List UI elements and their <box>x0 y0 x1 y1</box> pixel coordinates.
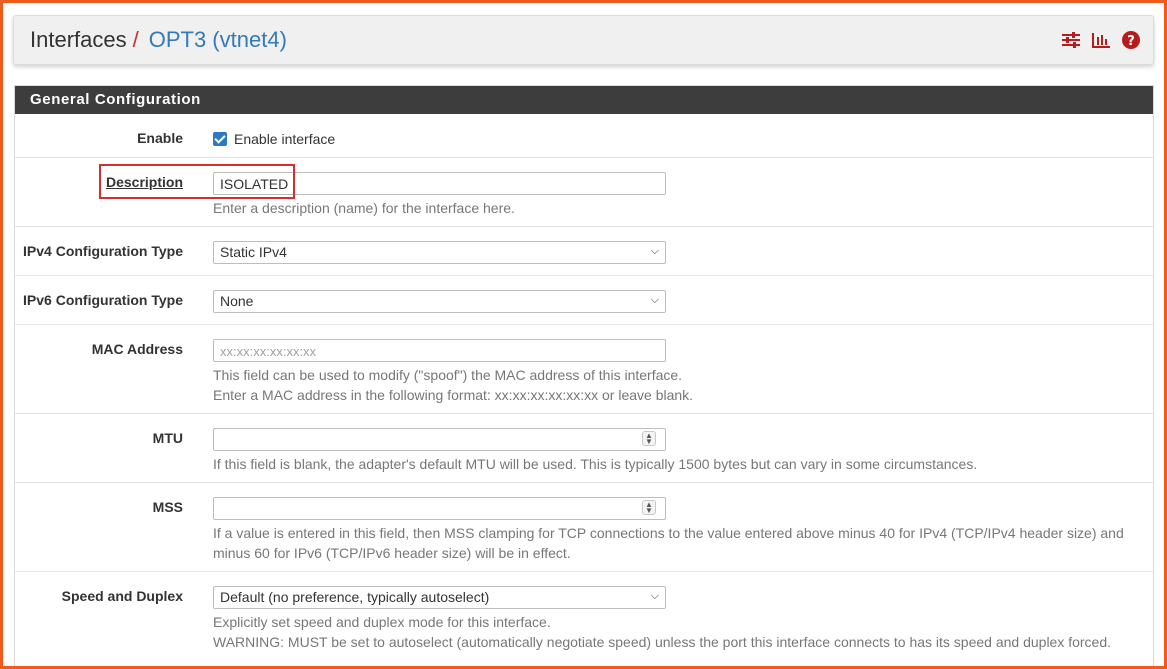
mss-control: ▲ ▼ If a value is entered in this field, … <box>213 497 1124 563</box>
mss-label: MSS <box>152 499 183 515</box>
speed-help-2: WARNING: MUST be set to autoselect (auto… <box>213 634 1112 650</box>
ipv6-type-value: None <box>220 293 254 309</box>
ipv6-type-select[interactable]: None ⌵ <box>213 290 666 313</box>
ipv4-type-row: IPv4 Configuration Type Static IPv4 ⌵ <box>15 226 1153 275</box>
enable-control: Enable interface <box>213 130 335 148</box>
breadcrumb-current[interactable]: OPT3 (vtnet4) <box>149 27 287 52</box>
mtu-label: MTU <box>152 430 183 446</box>
speed-row: Speed and Duplex Default (no preference,… <box>15 571 1153 661</box>
mac-row: MAC Address This field can be used to mo… <box>15 324 1153 413</box>
breadcrumb-separator: / <box>132 27 139 52</box>
svg-text:?: ? <box>1127 34 1135 49</box>
chevron-down-icon: ⌵ <box>650 590 659 602</box>
speed-help-1: Explicitly set speed and duplex mode for… <box>213 614 551 630</box>
mtu-input[interactable] <box>213 428 666 451</box>
ipv6-type-row: IPv6 Configuration Type None ⌵ <box>15 275 1153 324</box>
spinner-icon[interactable]: ▲ ▼ <box>642 500 656 515</box>
mac-label: MAC Address <box>91 341 183 357</box>
bar-chart-icon[interactable] <box>1091 30 1111 50</box>
description-input[interactable] <box>213 172 666 195</box>
ipv6-type-label: IPv6 Configuration Type <box>23 292 183 308</box>
mac-control: This field can be used to modify ("spoof… <box>213 339 693 405</box>
chevron-down-icon: ⌵ <box>650 245 659 257</box>
enable-checkbox[interactable] <box>213 131 227 146</box>
speed-label: Speed and Duplex <box>61 588 183 604</box>
description-label: Description <box>105 174 183 190</box>
mtu-control: ▲ ▼ If this field is blank, the adapter's… <box>213 428 977 474</box>
enable-label: Enable <box>137 130 183 146</box>
ipv4-type-value: Static IPv4 <box>220 244 287 260</box>
panel-title: General Configuration <box>15 86 1153 114</box>
mac-help-2: Enter a MAC address in the following for… <box>213 387 694 403</box>
chevron-down-icon: ⌵ <box>650 294 659 306</box>
mss-row: MSS ▲ ▼ If a value is entered in this fie… <box>15 482 1153 571</box>
mtu-help: If this field is blank, the adapter's de… <box>213 456 978 472</box>
speed-control: Default (no preference, typically autose… <box>213 586 1111 652</box>
ipv4-type-select[interactable]: Static IPv4 ⌵ <box>213 241 666 264</box>
breadcrumb: Interfaces / OPT3 (vtnet4) <box>30 27 287 53</box>
breadcrumb-root[interactable]: Interfaces <box>30 27 127 52</box>
mss-help-2: minus 60 for IPv6 (TCP/IPv6 header size)… <box>213 545 571 561</box>
speed-value: Default (no preference, typically autose… <box>220 589 490 605</box>
help-icon[interactable]: ? <box>1121 30 1141 50</box>
mac-help-1: This field can be used to modify ("spoof… <box>213 367 683 383</box>
sliders-icon[interactable] <box>1061 30 1081 50</box>
enable-row: Enable Enable interface <box>15 114 1153 157</box>
mtu-row: MTU ▲ ▼ If this field is blank, the adapt… <box>15 413 1153 482</box>
page-header: Interfaces / OPT3 (vtnet4) ? <box>13 15 1154 65</box>
ipv6-type-control: None ⌵ <box>213 290 666 313</box>
speed-select[interactable]: Default (no preference, typically autose… <box>213 586 666 609</box>
mac-input[interactable] <box>213 339 666 362</box>
mss-help-1: If a value is entered in this field, the… <box>213 525 1124 541</box>
spinner-icon[interactable]: ▲ ▼ <box>642 431 656 446</box>
general-configuration-panel: General Configuration Enable Enable inte… <box>14 85 1154 669</box>
mss-input[interactable] <box>213 497 666 520</box>
description-row: Description Enter a description (name) f… <box>15 157 1153 226</box>
description-control: Enter a description (name) for the inter… <box>213 172 666 218</box>
description-help: Enter a description (name) for the inter… <box>213 200 515 216</box>
header-actions: ? <box>1061 30 1141 50</box>
ipv4-type-label: IPv4 Configuration Type <box>23 243 183 259</box>
ipv4-type-control: Static IPv4 ⌵ <box>213 241 666 264</box>
enable-checkbox-label[interactable]: Enable interface <box>234 131 335 147</box>
